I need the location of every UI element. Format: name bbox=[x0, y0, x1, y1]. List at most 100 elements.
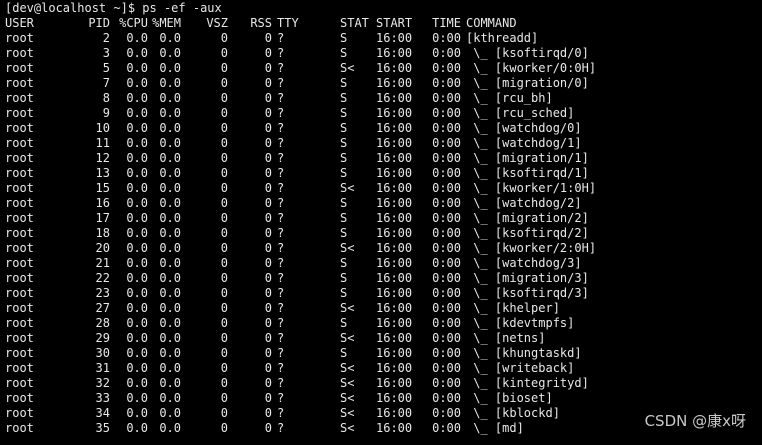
cell-rss: 0 bbox=[264, 421, 272, 435]
cell-tty: ? bbox=[277, 346, 285, 360]
cell-pid: 23 bbox=[95, 286, 110, 300]
cell-vsz: 0 bbox=[220, 151, 228, 165]
table-header-row: USER PID %CPU %MEM VSZ RSS TTY STAT STAR… bbox=[0, 16, 517, 31]
cell-vsz: 0 bbox=[220, 181, 228, 195]
cell-mem: 0.0 bbox=[159, 61, 181, 75]
cell-start: 16:00 bbox=[376, 181, 413, 195]
cell-time: 0:00 bbox=[432, 391, 461, 405]
cell-command: \_ [kworker/2:0H] bbox=[466, 241, 597, 255]
cell-time: 0:00 bbox=[432, 406, 461, 420]
cell-tty: ? bbox=[277, 271, 285, 285]
cell-stat: S< bbox=[340, 241, 355, 255]
cell-cpu: 0.0 bbox=[126, 166, 148, 180]
cell-stat: S< bbox=[340, 301, 355, 315]
cell-tty: ? bbox=[277, 136, 285, 150]
cell-user: root bbox=[5, 271, 34, 285]
cell-start: 16:00 bbox=[376, 391, 413, 405]
cell-start: 16:00 bbox=[376, 136, 413, 150]
table-row: root 35 0.0 0.0 0 0? S< 16:00 0:00 \_ [md] bbox=[0, 421, 524, 436]
cell-user: root bbox=[5, 421, 34, 435]
cell-cpu: 0.0 bbox=[126, 256, 148, 270]
cell-start: 16:00 bbox=[376, 361, 413, 375]
cell-time: 0:00 bbox=[432, 31, 461, 45]
cell-user: root bbox=[5, 31, 34, 45]
process-rows: root 2 0.0 0.0 0 0? S 16:00 0:00 [kthreadd] root 3 0… bbox=[0, 31, 596, 436]
cell-cpu: 0.0 bbox=[126, 46, 148, 60]
table-row: root 13 0.0 0.0 0 0? S 16:00 0:00 \_ [ksoftirqd/… bbox=[0, 166, 589, 181]
cell-command: \_ [kblockd] bbox=[466, 406, 560, 420]
cell-command: \_ [rcu_sched] bbox=[466, 106, 575, 120]
cell-pid: 5 bbox=[102, 61, 110, 75]
cell-vsz: 0 bbox=[220, 391, 228, 405]
cell-pid: 17 bbox=[95, 211, 110, 225]
cell-tty: ? bbox=[277, 331, 285, 345]
cell-start: 16:00 bbox=[376, 151, 413, 165]
cell-start: 16:00 bbox=[376, 196, 413, 210]
table-row: root 7 0.0 0.0 0 0? S 16:00 0:00 \_ [migration/0… bbox=[0, 76, 589, 91]
cell-cpu: 0.0 bbox=[126, 196, 148, 210]
cell-rss: 0 bbox=[264, 286, 272, 300]
cell-mem: 0.0 bbox=[159, 76, 181, 90]
cell-pid: 35 bbox=[95, 421, 110, 435]
cell-stat: S bbox=[340, 151, 348, 165]
cell-rss: 0 bbox=[264, 121, 272, 135]
cell-rss: 0 bbox=[264, 241, 272, 255]
cell-stat: S bbox=[340, 271, 348, 285]
cell-user: root bbox=[5, 406, 34, 420]
header-start: START bbox=[376, 16, 413, 30]
cell-command: \_ [netns] bbox=[466, 331, 546, 345]
cell-time: 0:00 bbox=[432, 121, 461, 135]
cell-start: 16:00 bbox=[376, 271, 413, 285]
cell-cpu: 0.0 bbox=[126, 151, 148, 165]
table-row: root 33 0.0 0.0 0 0? S< 16:00 0:00 \_ [bioset] bbox=[0, 391, 553, 406]
header-rss: RSS bbox=[250, 16, 272, 30]
cell-vsz: 0 bbox=[220, 361, 228, 375]
cell-user: root bbox=[5, 391, 34, 405]
cell-start: 16:00 bbox=[376, 376, 413, 390]
cell-cpu: 0.0 bbox=[126, 406, 148, 420]
cell-mem: 0.0 bbox=[159, 121, 181, 135]
cell-tty: ? bbox=[277, 256, 285, 270]
cell-command: \_ [kintegrityd] bbox=[466, 376, 589, 390]
cell-cpu: 0.0 bbox=[126, 241, 148, 255]
cell-rss: 0 bbox=[264, 181, 272, 195]
cell-pid: 15 bbox=[95, 181, 110, 195]
terminal-window[interactable]: [dev@localhost ~]$ ps -ef -aux USER PID … bbox=[0, 0, 762, 445]
cell-stat: S bbox=[340, 316, 348, 330]
table-row: root 16 0.0 0.0 0 0? S 16:00 0:00 \_ [watchdog/2… bbox=[0, 196, 582, 211]
cell-rss: 0 bbox=[264, 301, 272, 315]
cell-cpu: 0.0 bbox=[126, 61, 148, 75]
cell-command: \_ [kdevtmpfs] bbox=[466, 316, 575, 330]
cell-mem: 0.0 bbox=[159, 91, 181, 105]
cell-stat: S< bbox=[340, 406, 355, 420]
table-row: root 34 0.0 0.0 0 0? S< 16:00 0:00 \_ [kblockd] bbox=[0, 406, 560, 421]
cell-vsz: 0 bbox=[220, 316, 228, 330]
cell-start: 16:00 bbox=[376, 301, 413, 315]
cell-rss: 0 bbox=[264, 196, 272, 210]
cell-time: 0:00 bbox=[432, 271, 461, 285]
cell-tty: ? bbox=[277, 151, 285, 165]
cell-rss: 0 bbox=[264, 376, 272, 390]
cell-vsz: 0 bbox=[220, 346, 228, 360]
cell-vsz: 0 bbox=[220, 421, 228, 435]
cell-pid: 10 bbox=[95, 121, 110, 135]
cell-time: 0:00 bbox=[432, 166, 461, 180]
cell-time: 0:00 bbox=[432, 181, 461, 195]
cell-cpu: 0.0 bbox=[126, 91, 148, 105]
cell-pid: 12 bbox=[95, 151, 110, 165]
cell-vsz: 0 bbox=[220, 331, 228, 345]
cell-time: 0:00 bbox=[432, 76, 461, 90]
cell-time: 0:00 bbox=[432, 46, 461, 60]
table-row: root 27 0.0 0.0 0 0? S< 16:00 0:00 \_ [khelper] bbox=[0, 301, 560, 316]
cell-tty: ? bbox=[277, 241, 285, 255]
cell-rss: 0 bbox=[264, 256, 272, 270]
cell-user: root bbox=[5, 196, 34, 210]
cell-cpu: 0.0 bbox=[126, 301, 148, 315]
cell-pid: 8 bbox=[102, 91, 110, 105]
cell-time: 0:00 bbox=[432, 331, 461, 345]
cell-time: 0:00 bbox=[432, 226, 461, 240]
cell-cpu: 0.0 bbox=[126, 316, 148, 330]
cell-stat: S bbox=[340, 91, 348, 105]
table-row: root 2 0.0 0.0 0 0? S 16:00 0:00 [kthreadd] bbox=[0, 31, 538, 46]
cell-user: root bbox=[5, 241, 34, 255]
